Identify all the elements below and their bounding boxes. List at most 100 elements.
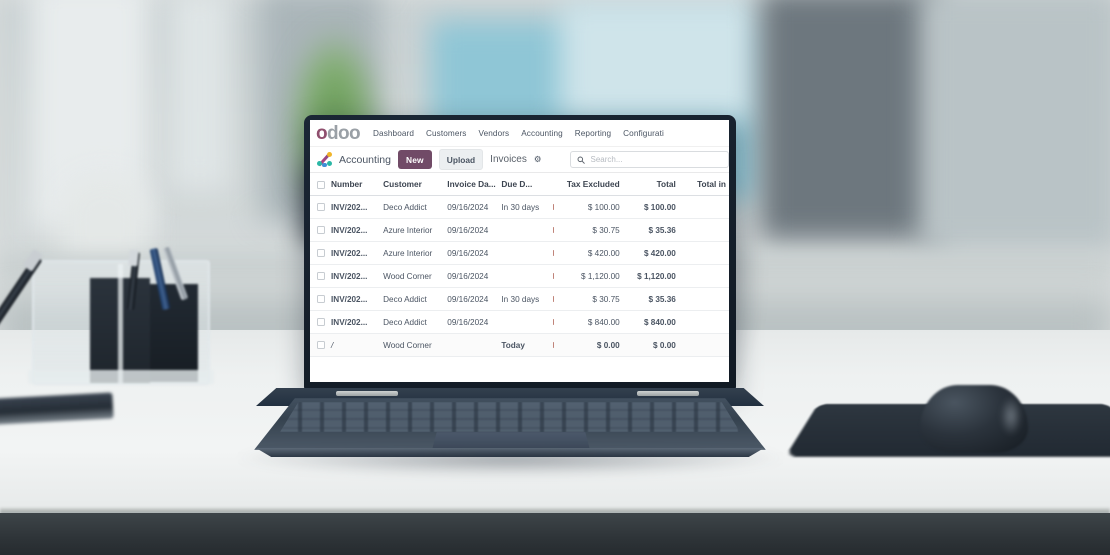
cell-activity[interactable] [546,241,561,265]
table-row[interactable]: INV/202... Deco Addict 09/16/2024 In 30 … [310,287,729,311]
nav-item-vendors[interactable]: Vendors [479,129,510,138]
row-checkbox[interactable] [316,295,325,304]
cell-tax-excluded[interactable]: $ 30.75 [560,218,623,242]
cell-invoice-date[interactable]: 09/16/2024 [444,241,499,265]
row-checkbox-cell[interactable] [310,241,329,265]
cell-tax-excluded[interactable]: $ 30.75 [560,287,623,311]
cell-due-date[interactable] [498,241,547,265]
row-checkbox[interactable] [316,318,325,327]
cell-total[interactable]: $ 35.36 [622,287,679,311]
cell-activity[interactable] [546,218,561,242]
cell-tax-excluded[interactable]: $ 100.00 [560,195,623,219]
cell-total-in[interactable] [678,241,729,265]
cell-customer[interactable]: Azure Interior [380,218,445,242]
row-checkbox-cell[interactable] [310,310,329,334]
cell-total-in[interactable] [678,195,729,219]
cell-total[interactable]: $ 100.00 [622,195,679,219]
header-total-in[interactable]: Total in [678,173,729,196]
cell-number[interactable]: INV/202... [328,287,381,311]
odoo-logo[interactable]: odoo [316,124,361,143]
row-checkbox[interactable] [316,226,325,235]
cell-number[interactable]: INV/202... [328,310,381,334]
cell-total[interactable]: $ 35.36 [622,218,679,242]
select-all-checkbox[interactable] [316,180,325,189]
cell-tax-excluded[interactable]: $ 0.00 [560,333,623,357]
row-checkbox-cell[interactable] [310,287,329,311]
cell-customer[interactable]: Azure Interior [380,241,445,265]
table-row[interactable]: INV/202... Deco Addict 09/16/2024 In 30 … [310,195,729,219]
row-checkbox-cell[interactable] [310,218,329,242]
header-number[interactable]: Number [328,173,381,196]
search-input[interactable] [590,155,722,164]
row-checkbox[interactable] [316,249,325,258]
table-row[interactable]: INV/202... Deco Addict 09/16/2024 $ 840.… [310,310,729,334]
header-due-date[interactable]: Due D... [498,173,547,196]
cell-due-date[interactable]: Today [498,333,547,357]
header-invoice-date[interactable]: Invoice Da... [444,173,499,196]
cell-tax-excluded[interactable]: $ 840.00 [560,310,623,334]
header-total[interactable]: Total [622,173,679,196]
cell-total[interactable]: $ 1,120.00 [622,264,679,288]
breadcrumb[interactable]: Invoices [490,154,527,165]
cell-total-in[interactable] [678,287,729,311]
header-customer[interactable]: Customer [380,173,445,196]
cell-invoice-date[interactable]: 09/16/2024 [444,287,499,311]
cell-customer[interactable]: Deco Addict [380,287,445,311]
cell-invoice-date[interactable]: 09/16/2024 [444,264,499,288]
nav-item-dashboard[interactable]: Dashboard [373,129,414,138]
cell-total-in[interactable] [678,333,729,357]
cell-number[interactable]: INV/202... [328,264,381,288]
cell-activity[interactable] [546,287,561,311]
cell-number[interactable]: / [328,333,381,357]
new-button[interactable]: New [397,150,432,169]
cell-due-date[interactable] [498,264,547,288]
cell-due-date[interactable]: In 30 days [498,195,547,219]
cell-number[interactable]: INV/202... [328,241,381,265]
cell-tax-excluded[interactable]: $ 420.00 [560,241,623,265]
cell-customer[interactable]: Deco Addict [380,195,445,219]
cell-invoice-date[interactable]: 09/16/2024 [444,310,499,334]
header-select-all[interactable] [310,173,329,196]
nav-item-reporting[interactable]: Reporting [575,129,611,138]
cell-total[interactable]: $ 840.00 [622,310,679,334]
header-tax-excluded[interactable]: Tax Excluded [560,173,623,196]
laptop-trackpad[interactable] [432,432,590,450]
nav-item-configuration[interactable]: Configurati [623,129,664,138]
cell-activity[interactable] [546,264,561,288]
table-row[interactable]: INV/202... Azure Interior 09/16/2024 $ 3… [310,218,729,242]
cell-number[interactable]: INV/202... [328,218,381,242]
nav-item-accounting[interactable]: Accounting [521,129,563,138]
nav-item-customers[interactable]: Customers [426,129,466,138]
cell-total[interactable]: $ 0.00 [622,333,679,357]
cell-customer[interactable]: Deco Addict [380,310,445,334]
row-checkbox-cell[interactable] [310,333,329,357]
table-row[interactable]: INV/202... Azure Interior 09/16/2024 $ 4… [310,241,729,265]
cell-tax-excluded[interactable]: $ 1,120.00 [560,264,623,288]
laptop-keys[interactable] [280,402,740,432]
row-checkbox[interactable] [316,203,325,212]
row-checkbox-cell[interactable] [310,264,329,288]
cell-customer[interactable]: Wood Corner [380,264,445,288]
table-row-new-record[interactable]: / Wood Corner Today $ 0.00 $ 0.00 [310,333,729,357]
cell-invoice-date[interactable]: 09/16/2024 [444,195,499,219]
cell-due-date[interactable] [498,218,547,242]
search-box[interactable] [570,151,729,168]
cell-total-in[interactable] [678,218,729,242]
gear-icon[interactable]: ⚙ [534,155,542,164]
row-checkbox[interactable] [316,272,325,281]
upload-button[interactable]: Upload [438,149,484,170]
cell-activity[interactable] [546,333,561,357]
table-row[interactable]: INV/202... Wood Corner 09/16/2024 $ 1,12… [310,264,729,288]
cell-due-date[interactable] [498,310,547,334]
cell-total[interactable]: $ 420.00 [622,241,679,265]
cell-due-date[interactable]: In 30 days [498,287,547,311]
cell-activity[interactable] [546,310,561,334]
cell-invoice-date[interactable]: 09/16/2024 [444,218,499,242]
cell-customer[interactable]: Wood Corner [380,333,445,357]
row-checkbox-cell[interactable] [310,195,329,219]
cell-total-in[interactable] [678,264,729,288]
cell-invoice-date[interactable] [444,333,499,357]
cell-total-in[interactable] [678,310,729,334]
cell-activity[interactable] [546,195,561,219]
row-checkbox[interactable] [316,341,325,350]
